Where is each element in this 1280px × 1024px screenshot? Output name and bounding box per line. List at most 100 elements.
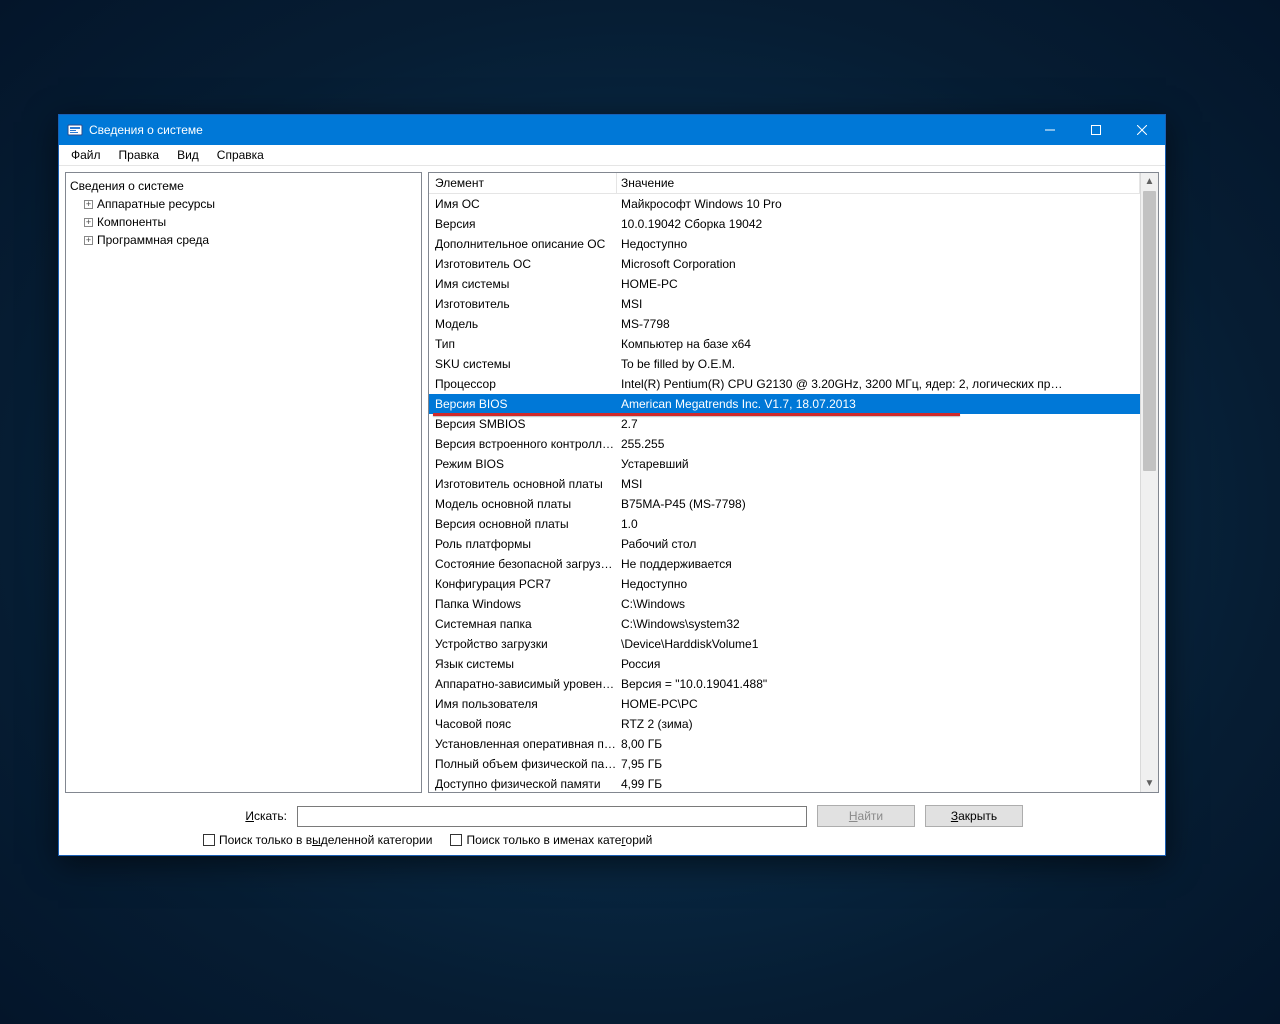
list-header[interactable]: Элемент Значение (429, 173, 1140, 194)
table-row[interactable]: Роль платформыРабочий стол (429, 534, 1140, 554)
cell-element: Модель основной платы (429, 497, 617, 511)
table-row[interactable]: Версия встроенного контролл…255.255 (429, 434, 1140, 454)
header-value[interactable]: Значение (617, 173, 1140, 193)
minimize-button[interactable] (1027, 115, 1073, 145)
table-row[interactable]: Дополнительное описание ОСНедоступно (429, 234, 1140, 254)
cell-element: Процессор (429, 377, 617, 391)
menu-view[interactable]: Вид (169, 147, 207, 163)
vertical-scrollbar[interactable]: ▲ ▼ (1140, 173, 1158, 792)
table-row[interactable]: Устройство загрузки\Device\HarddiskVolum… (429, 634, 1140, 654)
table-row[interactable]: Версия10.0.19042 Сборка 19042 (429, 214, 1140, 234)
close-search-button[interactable]: Закрыть (925, 805, 1023, 827)
cell-element: Имя ОС (429, 197, 617, 211)
tree-root-node[interactable]: Сведения о системе (70, 177, 417, 195)
table-row[interactable]: ТипКомпьютер на базе x64 (429, 334, 1140, 354)
titlebar[interactable]: Сведения о системе (59, 115, 1165, 145)
cell-element: Имя пользователя (429, 697, 617, 711)
table-row[interactable]: Полный объем физической па…7,95 ГБ (429, 754, 1140, 774)
checkbox-icon (203, 834, 215, 846)
table-row[interactable]: ПроцессорIntel(R) Pentium(R) CPU G2130 @… (429, 374, 1140, 394)
tree-node-label: Программная среда (97, 233, 209, 247)
search-input[interactable] (297, 806, 807, 827)
table-row[interactable]: Конфигурация PCR7Недоступно (429, 574, 1140, 594)
table-row[interactable]: Версия BIOSAmerican Megatrends Inc. V1.7… (429, 394, 1140, 414)
window-controls (1027, 115, 1165, 145)
cell-value: 1.0 (617, 517, 1140, 531)
expand-icon[interactable]: + (84, 236, 93, 245)
scroll-down-arrow-icon[interactable]: ▼ (1141, 775, 1158, 792)
check-row: Поиск только в выделенной категории Поис… (67, 833, 1157, 847)
scroll-up-arrow-icon[interactable]: ▲ (1141, 173, 1158, 190)
header-element[interactable]: Элемент (429, 173, 617, 193)
window-title: Сведения о системе (89, 123, 1027, 137)
cell-value: 4,99 ГБ (617, 777, 1140, 791)
cell-element: Установленная оперативная п… (429, 737, 617, 751)
cell-element: Версия SMBIOS (429, 417, 617, 431)
close-button[interactable] (1119, 115, 1165, 145)
table-row[interactable]: Доступно физической памяти4,99 ГБ (429, 774, 1140, 792)
cell-value: C:\Windows (617, 597, 1140, 611)
checkbox-icon (450, 834, 462, 846)
cell-value: Устаревший (617, 457, 1140, 471)
scroll-thumb[interactable] (1143, 191, 1156, 471)
list-rows: Имя ОСМайкрософт Windows 10 ProВерсия10.… (429, 194, 1140, 792)
table-row[interactable]: ИзготовительMSI (429, 294, 1140, 314)
checkbox-label: Поиск только в именах категорий (466, 833, 652, 847)
menu-help[interactable]: Справка (209, 147, 272, 163)
table-row[interactable]: Имя ОСМайкрософт Windows 10 Pro (429, 194, 1140, 214)
tree-pane[interactable]: Сведения о системе +Аппаратные ресурсы+К… (65, 172, 422, 793)
table-row[interactable]: Имя пользователяHOME-PC\PC (429, 694, 1140, 714)
table-row[interactable]: Папка WindowsC:\Windows (429, 594, 1140, 614)
table-row[interactable]: Версия основной платы1.0 (429, 514, 1140, 534)
cell-value: Microsoft Corporation (617, 257, 1140, 271)
table-row[interactable]: Состояние безопасной загруз…Не поддержив… (429, 554, 1140, 574)
cell-value: Версия = "10.0.19041.488" (617, 677, 1140, 691)
table-row[interactable]: Модель основной платыB75MA-P45 (MS-7798) (429, 494, 1140, 514)
cell-value: \Device\HarddiskVolume1 (617, 637, 1140, 651)
cell-element: Конфигурация PCR7 (429, 577, 617, 591)
cell-value: Компьютер на базе x64 (617, 337, 1140, 351)
table-row[interactable]: Имя системыHOME-PC (429, 274, 1140, 294)
maximize-button[interactable] (1073, 115, 1119, 145)
menu-edit[interactable]: Правка (111, 147, 168, 163)
table-row[interactable]: Установленная оперативная п…8,00 ГБ (429, 734, 1140, 754)
cell-value: MSI (617, 297, 1140, 311)
cell-value: HOME-PC (617, 277, 1140, 291)
cell-element: Полный объем физической па… (429, 757, 617, 771)
tree-node[interactable]: +Компоненты (70, 213, 417, 231)
table-row[interactable]: Изготовитель ОСMicrosoft Corporation (429, 254, 1140, 274)
table-row[interactable]: Версия SMBIOS2.7 (429, 414, 1140, 434)
table-row[interactable]: Часовой поясRTZ 2 (зима) (429, 714, 1140, 734)
cell-value: MSI (617, 477, 1140, 491)
cell-element: Папка Windows (429, 597, 617, 611)
tree-node[interactable]: + Программная среда (70, 231, 417, 249)
list-pane: Элемент Значение Имя ОСМайкрософт Window… (428, 172, 1159, 793)
search-selected-category-checkbox[interactable]: Поиск только в выделенной категории (203, 833, 432, 847)
expand-icon[interactable]: + (84, 200, 93, 209)
table-row[interactable]: Язык системыРоссия (429, 654, 1140, 674)
expand-icon[interactable]: + (84, 218, 93, 227)
cell-element: Версия (429, 217, 617, 231)
search-category-names-checkbox[interactable]: Поиск только в именах категорий (450, 833, 652, 847)
main-area: Сведения о системе +Аппаратные ресурсы+К… (59, 166, 1165, 799)
tree-node[interactable]: +Аппаратные ресурсы (70, 195, 417, 213)
table-row[interactable]: МодельMS-7798 (429, 314, 1140, 334)
menu-file[interactable]: Файл (63, 147, 109, 163)
cell-value: 255.255 (617, 437, 1140, 451)
table-row[interactable]: Режим BIOSУстаревший (429, 454, 1140, 474)
cell-element: Изготовитель ОС (429, 257, 617, 271)
search-row: Искать: Найти Закрыть (67, 805, 1157, 827)
table-row[interactable]: Аппаратно-зависимый уровен…Версия = "10.… (429, 674, 1140, 694)
table-row[interactable]: Системная папкаC:\Windows\system32 (429, 614, 1140, 634)
find-button[interactable]: Найти (817, 805, 915, 827)
cell-element: Аппаратно-зависимый уровен… (429, 677, 617, 691)
cell-element: Модель (429, 317, 617, 331)
table-row[interactable]: Изготовитель основной платыMSI (429, 474, 1140, 494)
app-icon (67, 122, 83, 138)
cell-value: B75MA-P45 (MS-7798) (617, 497, 1140, 511)
table-row[interactable]: SKU системыTo be filled by O.E.M. (429, 354, 1140, 374)
cell-value: Майкрософт Windows 10 Pro (617, 197, 1140, 211)
cell-element: Язык системы (429, 657, 617, 671)
cell-value: C:\Windows\system32 (617, 617, 1140, 631)
menubar: Файл Правка Вид Справка (59, 145, 1165, 166)
